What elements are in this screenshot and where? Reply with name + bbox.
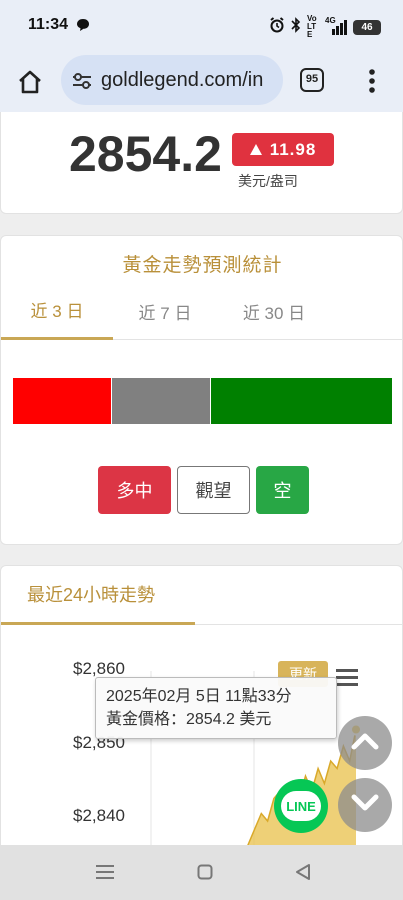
scroll-up-button[interactable] [338,716,392,770]
distribution-segment-long [13,378,111,424]
prediction-distribution-bar [13,378,392,424]
gold-price: 2854.2 [69,126,222,182]
volte-icon: Vo LTE [307,14,317,39]
system-nav-bar [0,845,403,900]
signal-icon: 4G [325,17,347,35]
vote-watch-button[interactable]: 觀望 [177,466,250,514]
price-unit: 美元/盎司 [238,173,298,189]
more-menu-icon[interactable] [364,68,380,99]
status-bar: 11:34 Vo LTE 4G 46 [0,0,403,52]
chevron-up-icon [351,732,379,755]
browser-toolbar: goldlegend.com/in 95 [0,52,403,112]
price-change-value: 11.98 [269,139,317,159]
home-nav-icon[interactable] [197,864,213,885]
chart-menu-icon[interactable] [336,668,358,691]
vote-long-button[interactable]: 多中 [98,466,171,514]
chat-notification-icon [76,18,90,37]
bluetooth-icon [291,16,301,38]
tab-7-days[interactable]: 近 7 日 [109,282,221,340]
period-tabs: 近 3 日 近 7 日 近 30 日 [1,282,403,340]
line-share-button[interactable]: LINE [274,779,328,833]
distribution-segment-watch [112,378,210,424]
vote-short-button[interactable]: 空 [256,466,309,514]
tooltip-datetime: 2025年02月 5日 11點33分 [106,688,292,705]
battery-icon: 46 [353,19,381,35]
site-settings-icon[interactable] [71,72,93,95]
status-time: 11:34 [28,16,69,33]
line-logo-icon: LINE [281,791,321,821]
price-card: 2854.2 11.98 美元/盎司 [0,112,403,214]
trend-stats-title: 黃金走勢預測統計 [122,255,283,276]
chart-title[interactable]: 最近24小時走勢 [1,566,195,625]
distribution-segment-short [211,378,392,424]
recent-apps-icon[interactable] [96,865,114,884]
tooltip-price: 黃金價格：2854.2 美元 [106,711,272,728]
tab-3-days[interactable]: 近 3 日 [1,282,113,340]
chart-header: 最近24小時走勢 [1,566,403,625]
up-triangle-icon [249,140,262,160]
url-text: goldlegend.com/in [101,69,264,91]
home-icon[interactable] [16,68,44,101]
price-change-badge: 11.98 [232,133,334,166]
back-nav-icon[interactable] [295,863,311,886]
scroll-down-button[interactable] [338,778,392,832]
address-bar[interactable]: goldlegend.com/in [61,55,283,105]
tab-switcher-button[interactable]: 95 [300,68,324,92]
trend-stats-card: 黃金走勢預測統計 近 3 日 近 7 日 近 30 日 多中 觀望 空 [0,235,403,545]
vote-buttons: 多中 觀望 空 [98,466,309,514]
chevron-down-icon [351,794,379,817]
chart-tooltip: 2025年02月 5日 11點33分 黃金價格：2854.2 美元 [95,677,337,739]
tab-30-days[interactable]: 近 30 日 [217,282,331,340]
alarm-icon [269,16,285,38]
